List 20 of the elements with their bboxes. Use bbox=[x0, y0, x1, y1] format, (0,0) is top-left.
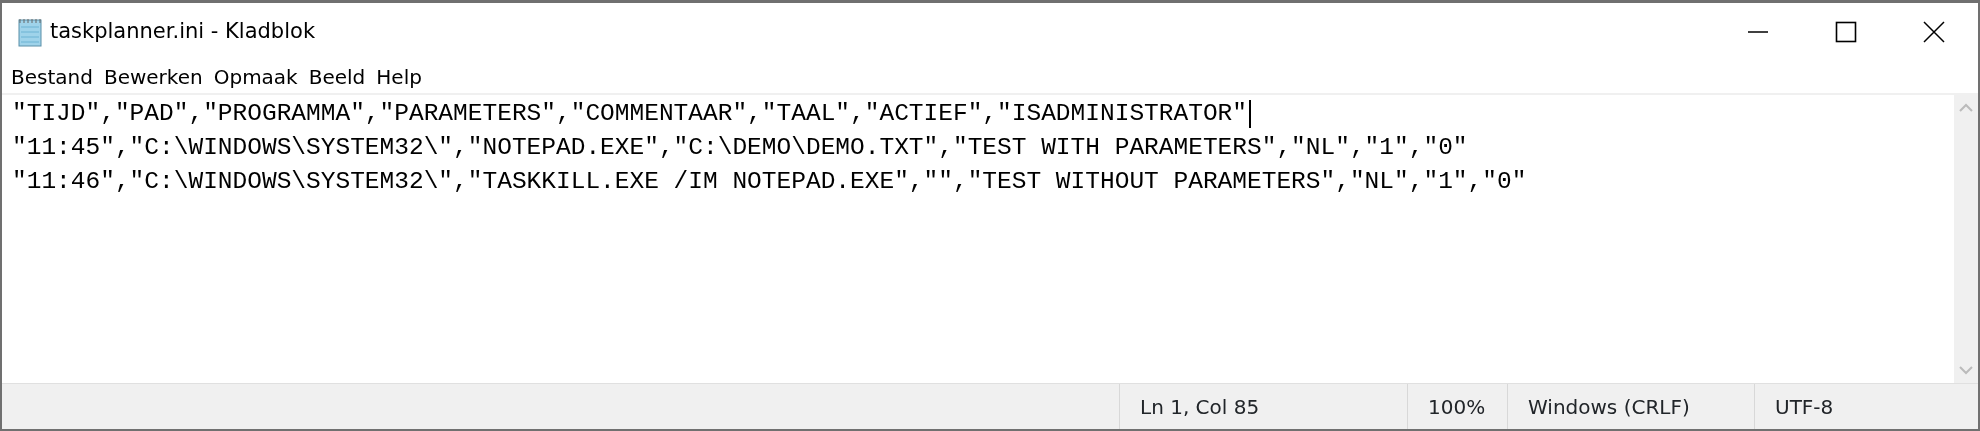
status-text: UTF-8 bbox=[1775, 393, 1834, 421]
status-text: 100% bbox=[1428, 393, 1486, 421]
close-icon bbox=[1923, 20, 1945, 43]
text-line: "11:45","C:\WINDOWS\SYSTEM32\","NOTEPAD.EXE","C:\DEMO\DEMO.TXT","TEST WITH PARAMETERS","NL","1","0" bbox=[12, 133, 1468, 163]
status-text: Ln 1, Col 85 bbox=[1140, 393, 1260, 421]
menu-item[interactable]: Bestand bbox=[6, 61, 99, 92]
maximize-icon bbox=[1835, 20, 1857, 43]
vertical-scrollbar[interactable] bbox=[1954, 95, 1978, 383]
text-cursor bbox=[1249, 100, 1251, 128]
minimize-icon bbox=[1748, 30, 1768, 33]
scroll-down-icon[interactable] bbox=[1959, 365, 1973, 375]
window-title: taskplanner.ini - Kladblok bbox=[50, 17, 316, 45]
text-line: "TIJD","PAD","PROGRAMMA","PARAMETERS","COMMENTAAR","TAAL","ACTIEF","ISADMINISTRATOR" bbox=[12, 99, 1247, 129]
text-line: "11:46","C:\WINDOWS\SYSTEM32\","TASKKILL.EXE /IM NOTEPAD.EXE","","TEST WITHOUT PARAMETERS","NL","1","0" bbox=[12, 167, 1527, 197]
scroll-up-icon[interactable] bbox=[1959, 103, 1973, 113]
menu-item[interactable]: Beeld bbox=[303, 61, 372, 92]
menu-item[interactable]: Opmaak bbox=[208, 61, 304, 92]
status-text: Windows (CRLF) bbox=[1528, 393, 1690, 421]
menu-item[interactable]: Bewerken bbox=[98, 61, 209, 92]
menu-item[interactable]: Help bbox=[371, 61, 428, 92]
